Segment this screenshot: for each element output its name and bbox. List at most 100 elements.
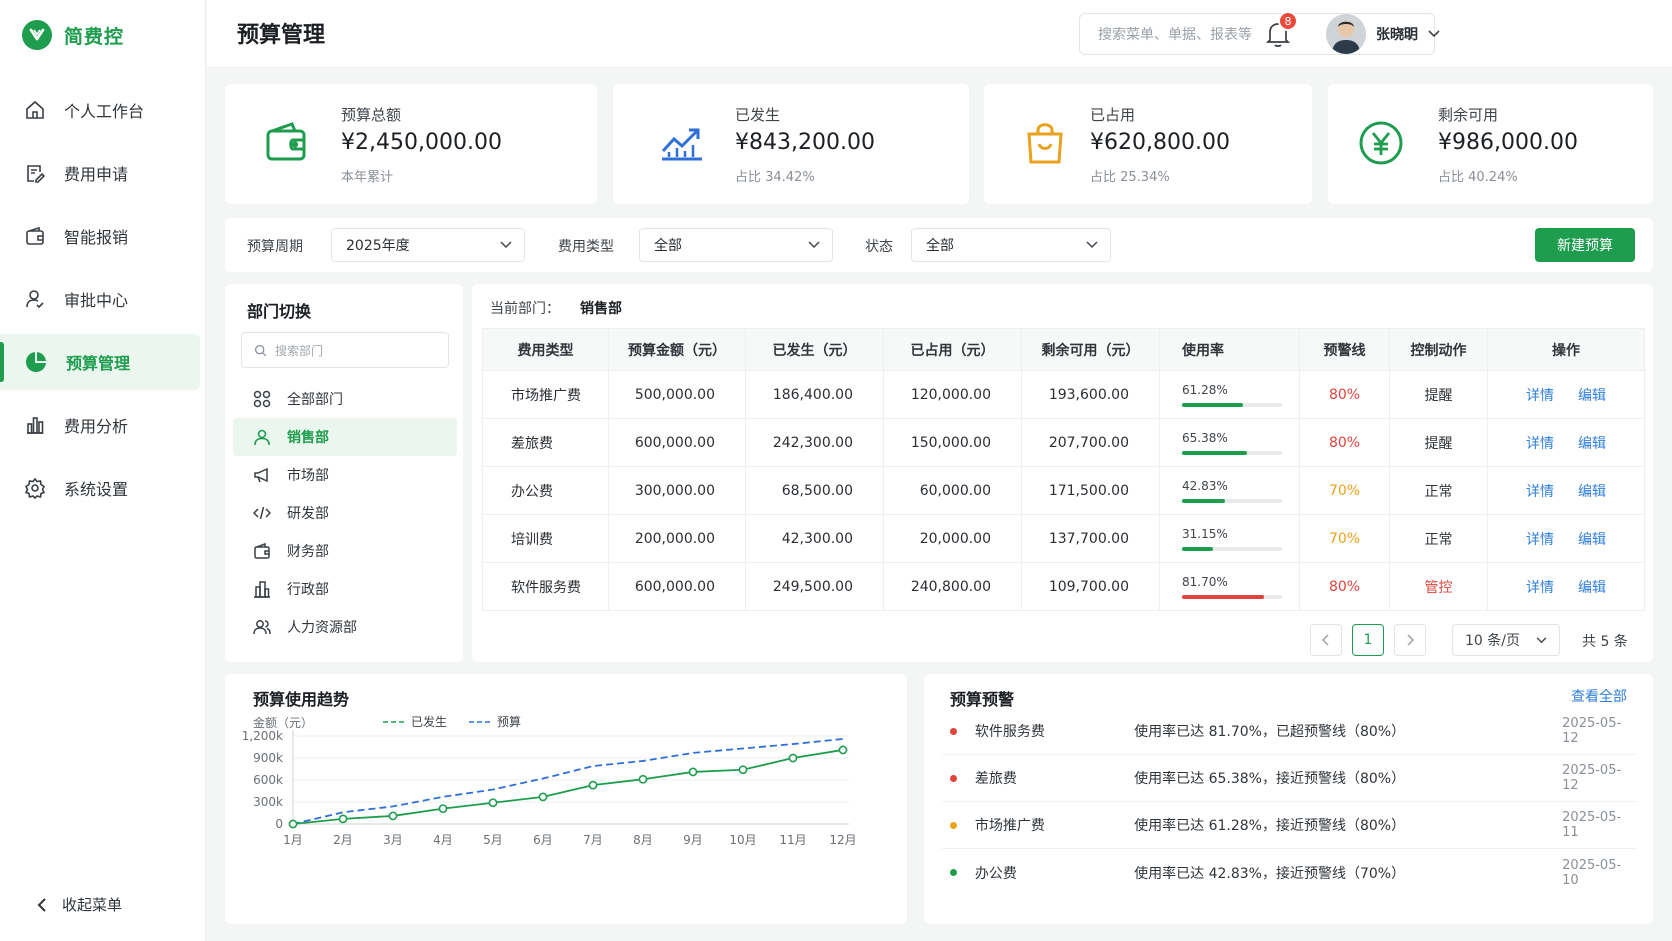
view-all-link[interactable]: 查看全部 <box>1571 686 1627 706</box>
usage-rate-text: 42.83% <box>1182 478 1228 493</box>
sidebar-item-budget[interactable]: 预算管理 <box>0 334 200 390</box>
dept-item-hr[interactable]: 人力资源部 <box>233 608 457 646</box>
detail-link[interactable]: 详情 <box>1526 580 1554 596</box>
warning-name: 差旅费 <box>974 771 1017 787</box>
chevron-down-icon <box>500 241 512 249</box>
chevron-down-icon <box>808 241 820 249</box>
usage-progress-bar <box>1182 402 1282 407</box>
stat-label: 已占用 <box>1090 106 1136 124</box>
pie-chart-icon <box>26 352 46 372</box>
usage-rate-text: 31.15% <box>1182 526 1228 541</box>
warning-item[interactable]: 软件服务费 使用率已达 81.70%，已超预警线（80%） 2025-05-12 <box>942 708 1636 755</box>
status-value: 全部 <box>926 238 954 254</box>
sidebar: 简费控 个人工作台 费用申请 智能报销 审批中心 预算管理 费用分析 系统设置 … <box>0 0 206 941</box>
column-header: 预算金额（元） <box>608 328 746 371</box>
cell-occupied: 20,000.00 <box>883 514 1022 563</box>
user-icon <box>254 429 270 446</box>
next-page-button[interactable] <box>1394 624 1426 656</box>
status-select[interactable]: 全部 <box>911 228 1111 262</box>
usage-rate-text: 61.28% <box>1182 382 1228 397</box>
column-header: 费用类型 <box>482 328 609 371</box>
sidebar-item-approval[interactable]: 审批中心 <box>0 271 206 327</box>
megaphone-icon <box>254 467 268 483</box>
cell-remaining: 137,700.00 <box>1021 514 1160 563</box>
wallet-icon <box>26 226 44 245</box>
user-name: 张晓明 <box>1376 27 1418 43</box>
warning-item[interactable]: 差旅费 使用率已达 65.38%，接近预警线（80%） 2025-05-12 <box>942 755 1636 802</box>
edit-link[interactable]: 编辑 <box>1578 532 1606 548</box>
cell-occupied: 120,000.00 <box>883 370 1022 419</box>
edit-link[interactable]: 编辑 <box>1578 484 1606 500</box>
dept-item-all[interactable]: 全部部门 <box>233 380 457 418</box>
dept-item-label: 全部部门 <box>287 392 343 408</box>
dept-item-rnd[interactable]: 研发部 <box>233 494 457 532</box>
chevron-left-icon <box>37 897 46 912</box>
notification-badge: 8 <box>1278 11 1298 31</box>
warning-name: 办公费 <box>974 865 1017 882</box>
cell-control-action: 正常 <box>1389 514 1488 563</box>
column-header: 预警线 <box>1299 328 1390 371</box>
x-tick-label: 5月 <box>483 833 503 847</box>
data-point <box>738 765 748 775</box>
detail-link[interactable]: 详情 <box>1526 388 1554 404</box>
x-tick-label: 3月 <box>383 833 403 847</box>
brand-name: 简费控 <box>64 25 125 48</box>
user-menu[interactable]: 张晓明 <box>1376 24 1440 44</box>
building-icon <box>254 581 270 598</box>
stat-value: ¥2,450,000.00 <box>341 130 502 155</box>
prev-page-button[interactable] <box>1310 624 1342 656</box>
type-select[interactable]: 全部 <box>639 228 833 262</box>
sidebar-item-reimbursement[interactable]: 智能报销 <box>0 208 206 264</box>
usage-progress-bar <box>1182 498 1282 503</box>
dept-item-sales[interactable]: 销售部 <box>233 418 457 456</box>
data-point <box>438 804 448 813</box>
type-value: 全部 <box>654 238 682 254</box>
sidebar-item-expense-request[interactable]: 费用申请 <box>0 145 206 201</box>
cell-control-action: 提醒 <box>1389 370 1488 419</box>
department-search-input[interactable]: 搜索部门 <box>241 332 449 368</box>
dept-item-label: 人力资源部 <box>287 620 357 636</box>
stat-label: 预算总额 <box>341 106 402 124</box>
cell-remaining: 207,700.00 <box>1021 418 1160 467</box>
chevron-right-icon <box>1407 634 1414 646</box>
document-edit-icon <box>27 165 46 183</box>
column-header: 已发生（元） <box>745 328 884 371</box>
dept-item-marketing[interactable]: 市场部 <box>233 456 457 494</box>
sidebar-item-settings[interactable]: 系统设置 <box>0 460 206 516</box>
edit-link[interactable]: 编辑 <box>1578 388 1606 404</box>
warning-message: 使用率已达 61.28%，接近预警线（80%） <box>1134 818 1406 834</box>
dept-item-finance[interactable]: 财务部 <box>233 532 457 570</box>
detail-link[interactable]: 详情 <box>1526 436 1554 452</box>
sidebar-item-analysis[interactable]: 费用分析 <box>0 397 206 453</box>
avatar[interactable] <box>1326 14 1366 54</box>
warning-item[interactable]: 办公费 使用率已达 42.83%，接近预警线（70%） 2025-05-10 <box>942 849 1636 896</box>
dept-item-admin[interactable]: 行政部 <box>233 570 457 608</box>
edit-link[interactable]: 编辑 <box>1578 436 1606 452</box>
brand[interactable]: 简费控 <box>22 20 124 50</box>
edit-link[interactable]: 编辑 <box>1578 580 1606 596</box>
stat-card-occupied: 已占用 ¥620,800.00 占比 25.34% <box>984 84 1312 204</box>
stat-card-spent: 已发生 ¥843,200.00 占比 34.42% <box>613 84 969 204</box>
sidebar-item-workbench[interactable]: 个人工作台 <box>0 82 206 138</box>
page-size-select[interactable]: 10 条/页 <box>1452 624 1560 656</box>
usage-rate-text: 65.38% <box>1182 430 1228 445</box>
detail-link[interactable]: 详情 <box>1526 532 1554 548</box>
column-header: 使用率 <box>1159 328 1300 371</box>
collapse-menu-button[interactable]: 收起菜单 <box>36 894 122 915</box>
yen-circle-icon <box>1352 114 1410 172</box>
search-placeholder: 搜索菜单、单据、报表等 <box>1098 27 1252 43</box>
period-select[interactable]: 2025年度 <box>331 228 525 262</box>
new-budget-button[interactable]: 新建预算 <box>1535 228 1635 262</box>
table-header-row: 费用类型 预算金额（元） 已发生（元） 已占用（元） 剩余可用（元） 使用率 预… <box>482 328 1645 371</box>
data-point <box>588 780 598 790</box>
cell-control-action: 管控 <box>1389 562 1488 611</box>
collapse-menu-label: 收起菜单 <box>62 896 123 914</box>
dept-item-label: 财务部 <box>287 544 329 560</box>
top-header: 预算管理 搜索菜单、单据、报表等 <box>207 0 1672 68</box>
cell-expense-type: 软件服务费 <box>482 562 609 611</box>
cell-occupied: 60,000.00 <box>883 466 1022 515</box>
detail-link[interactable]: 详情 <box>1526 484 1554 500</box>
page-number-button[interactable]: 1 <box>1352 624 1384 656</box>
warning-item[interactable]: 市场推广费 使用率已达 61.28%，接近预警线（80%） 2025-05-11 <box>942 802 1636 849</box>
cell-spent: 186,400.00 <box>745 370 884 419</box>
